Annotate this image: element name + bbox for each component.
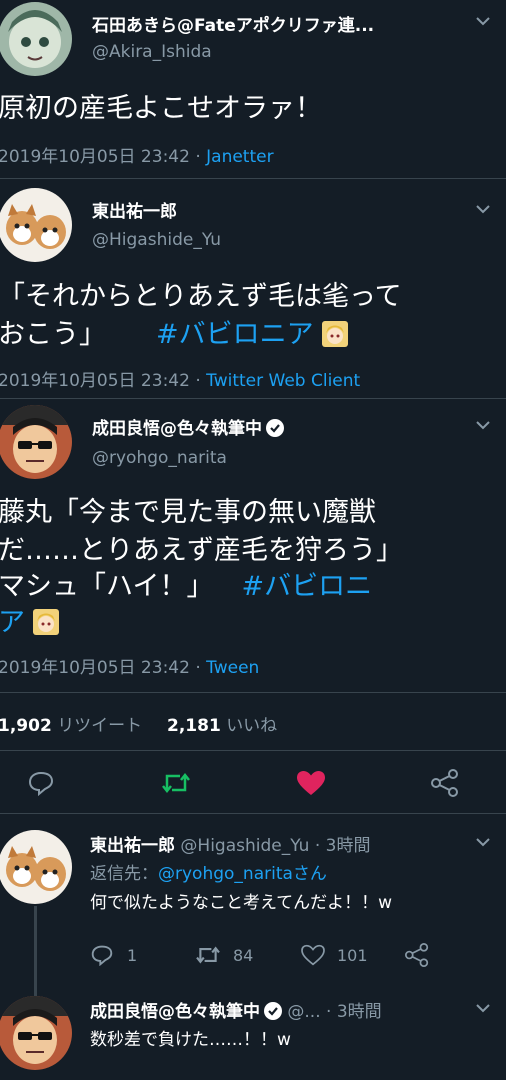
tweet-timestamp: 2019年10月05日 23:42 · Janetter: [0, 142, 274, 167]
chevron-down-icon[interactable]: [474, 200, 492, 218]
tweet-timestamp: 2019年10月05日 23:42 · Tween: [0, 653, 259, 678]
reply-to-line: 返信先：@ryohgo_naritaさん: [90, 859, 327, 884]
reply-to-prefix: 返信先：: [90, 864, 158, 884]
tweet-text-line-4: ア: [0, 604, 59, 642]
author-name-text: 成田良悟@色々執筆中: [92, 419, 262, 439]
tweet-text-line-2: だ……とりあえず産毛を狩ろう」: [0, 535, 403, 566]
divider: [0, 750, 506, 751]
heart-icon[interactable]: [300, 944, 326, 966]
tweet-source-link[interactable]: Tween: [206, 658, 259, 678]
chevron-down-icon[interactable]: [474, 416, 492, 434]
reply-author-handle[interactable]: @Higashide_Yu · 3時間: [180, 836, 370, 856]
reply-icon[interactable]: [90, 944, 114, 966]
hashtag-link[interactable]: #バビロニア: [156, 319, 314, 350]
hashtag-link[interactable]: #バビロニ: [241, 571, 372, 602]
divider: [0, 398, 506, 399]
avatar-higashide-yu[interactable]: [0, 188, 72, 262]
retweet-count: 84: [233, 946, 254, 965]
tweet-text-line-1: 藤丸「今まで見た事の無い魔獣: [0, 497, 376, 528]
retweet-icon[interactable]: [194, 944, 222, 966]
timestamp-text: 2019年10月05日 23:42 ·: [0, 658, 207, 678]
hashtag-link[interactable]: ア: [0, 607, 25, 638]
tweet-text-line-1: 「それからとりあえず毛は毟って: [0, 281, 402, 312]
reply-text: 何で似たようなこと考えてんだよ！！w: [90, 893, 393, 913]
reply-author-handle[interactable]: @... · 3時間: [287, 1002, 381, 1022]
chevron-down-icon[interactable]: [474, 999, 492, 1017]
tweet-stats: 1,902 リツイート 2,181 いいね: [0, 711, 277, 736]
tweet-timestamp: 2019年10月05日 23:42 · Twitter Web Client: [0, 366, 360, 391]
thread-line: [34, 906, 37, 996]
chevron-down-icon[interactable]: [474, 833, 492, 851]
divider: [0, 813, 506, 814]
verified-badge-icon: [264, 1002, 282, 1020]
tweet-text: マシュ「ハイ！」: [0, 571, 214, 602]
like-count[interactable]: 2,181: [167, 716, 221, 736]
like-count: 101: [337, 946, 368, 965]
share-icon[interactable]: [430, 769, 460, 797]
tweet-author-name[interactable]: 東出祐一郎: [92, 197, 177, 222]
retweet-label[interactable]: リツイート: [57, 716, 142, 736]
retweet-icon[interactable]: [160, 770, 192, 796]
reply-header[interactable]: 成田良悟@色々執筆中 @... · 3時間: [90, 997, 382, 1022]
reply-author-name[interactable]: 成田良悟@色々執筆中: [90, 1002, 260, 1022]
heart-icon[interactable]: [296, 770, 326, 796]
verified-badge-icon: [266, 419, 284, 437]
tweet-text: おこう」: [0, 319, 106, 350]
tweet-source-link[interactable]: Twitter Web Client: [206, 371, 360, 391]
tweet-author-name[interactable]: 成田良悟@色々執筆中: [92, 414, 284, 439]
retweet-count[interactable]: 1,902: [0, 716, 52, 736]
timestamp-text: 2019年10月05日 23:42 ·: [0, 371, 207, 391]
tweet-text-line-3: マシュ「ハイ！」 #バビロニ: [0, 568, 372, 606]
chevron-down-icon[interactable]: [474, 12, 492, 30]
avatar-ryohgo-narita[interactable]: [0, 996, 72, 1070]
avatar-akira-ishida[interactable]: [0, 2, 72, 76]
reply-icon[interactable]: [27, 770, 55, 796]
reply-text: 数秒差で負けた……！！w: [90, 1030, 291, 1050]
share-icon[interactable]: [404, 943, 430, 967]
like-label[interactable]: いいね: [226, 716, 277, 736]
reply-header[interactable]: 東出祐一郎 @Higashide_Yu · 3時間: [90, 831, 370, 856]
tweet-text: 原初の産毛よこせオラァ！: [0, 93, 322, 124]
tweet-author-name[interactable]: 石田あきら@Fateアポクリファ連...: [92, 11, 374, 36]
character-emoji-icon: [33, 608, 59, 635]
tweet-source-link[interactable]: Janetter: [206, 147, 273, 167]
tweet-author-handle[interactable]: @Akira_Ishida: [92, 42, 212, 62]
reply-count: 1: [127, 946, 138, 965]
divider: [0, 692, 506, 693]
avatar-ryohgo-narita[interactable]: [0, 405, 72, 479]
character-emoji-icon: [321, 320, 348, 347]
timestamp-text: 2019年10月05日 23:42 ·: [0, 147, 207, 167]
tweet-text-line-2: おこう」 #バビロニア: [0, 316, 348, 354]
reply-author-name[interactable]: 東出祐一郎: [90, 836, 175, 856]
avatar-higashide-yu[interactable]: [0, 830, 72, 904]
divider: [0, 178, 506, 179]
tweet-author-handle[interactable]: @Higashide_Yu: [92, 230, 221, 250]
tweet-author-handle[interactable]: @ryohgo_narita: [92, 448, 227, 468]
reply-to-mention[interactable]: @ryohgo_naritaさん: [158, 864, 327, 884]
